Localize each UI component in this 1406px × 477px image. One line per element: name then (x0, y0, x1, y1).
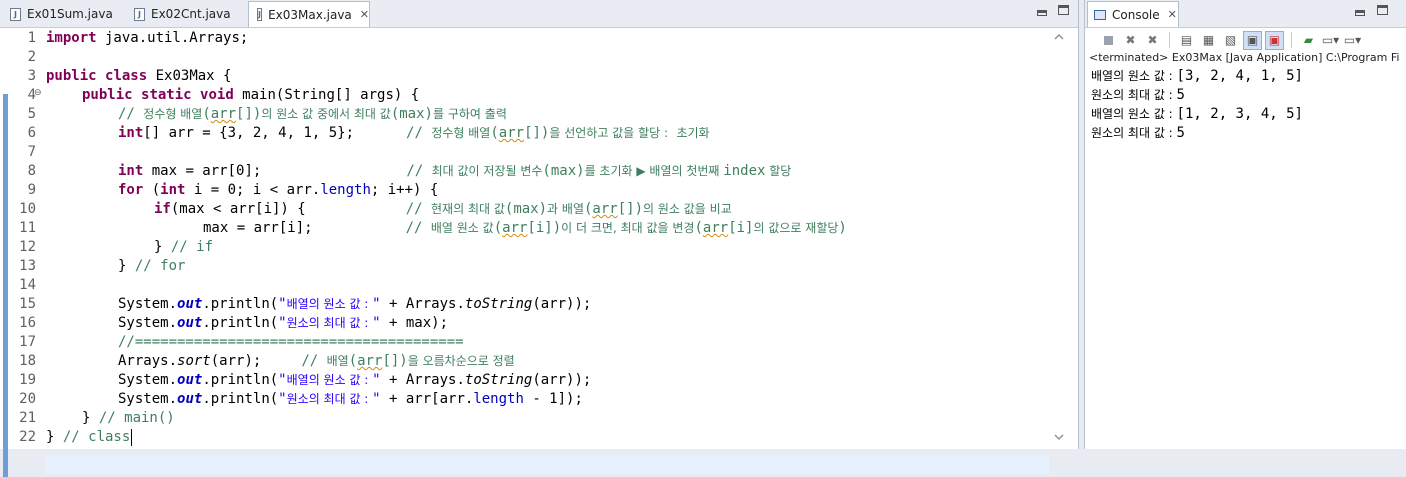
tab-label: Ex01Sum.java (27, 7, 113, 21)
tab-label: Ex02Cnt.java (151, 7, 231, 21)
maximize-icon[interactable] (1058, 5, 1069, 15)
code-line[interactable]: public static void main(String[] args) { (82, 86, 419, 105)
code-line[interactable]: for (int i = 0; i < arr.length; i++) { (118, 181, 438, 200)
code-line[interactable]: int max = arr[0];// 최대 값이 저장될 변수(max)를 초… (118, 162, 791, 181)
remove-launch-icon[interactable]: ✖ (1121, 31, 1140, 50)
console-toolbar: ✖ ✖ ▤ ▦ ▧ ▣ ▣ ▰ ▭▾ ▭▾ (1085, 28, 1406, 52)
line-number: 20 (19, 391, 36, 407)
tab-ex03max[interactable]: J Ex03Max.java ✕ (248, 1, 370, 27)
code-line[interactable]: } // main() (82, 409, 175, 428)
line-number: 5 (27, 106, 36, 122)
word-wrap-icon[interactable]: ▧ (1221, 31, 1240, 50)
line-number: 12 (19, 239, 36, 255)
code-line[interactable]: System.out.println("배열의 원소 값 : " + Array… (118, 371, 591, 390)
toolbar-separator (1169, 32, 1170, 48)
line-number: 13 (19, 258, 36, 274)
code-line[interactable]: int[] arr = {3, 2, 4, 1, 5};// 정수형 배열(ar… (118, 124, 710, 143)
show-on-stderr-icon[interactable]: ▣ (1265, 30, 1284, 50)
text-cursor (131, 429, 132, 446)
scroll-down-icon[interactable] (1050, 430, 1068, 444)
code-line[interactable]: //======================================… (118, 333, 464, 352)
line-number: 7 (27, 144, 36, 160)
line-number: 10 (19, 201, 36, 217)
line-number: 16 (19, 315, 36, 331)
tab-ex01sum[interactable]: J Ex01Sum.java (2, 2, 120, 26)
code-line[interactable]: // 정수형 배열(arr[])의 원소 값 중에서 최대 값(max)를 구하… (118, 105, 507, 124)
console-status: <terminated> Ex03Max [Java Application] … (1089, 51, 1400, 64)
current-line-highlight (46, 455, 1049, 474)
minimize-icon[interactable] (1037, 10, 1047, 16)
display-console-icon[interactable]: ▭▾ (1321, 31, 1340, 50)
show-on-stdout-icon[interactable]: ▣ (1243, 30, 1262, 50)
code-line[interactable]: } // class (46, 428, 130, 447)
line-number: 18 (19, 353, 36, 369)
code-line[interactable]: System.out.println("배열의 원소 값 : " + Array… (118, 295, 591, 314)
toolbar-separator (1291, 32, 1292, 48)
line-number: 3 (27, 68, 36, 84)
console-view[interactable]: Console ✕ ✖ ✖ ▤ ▦ ▧ ▣ ▣ ▰ ▭▾ ▭▾ <termina… (1084, 0, 1406, 449)
code-line[interactable]: public class Ex03Max { (46, 67, 231, 86)
line-number: 21 (19, 410, 36, 426)
line-number: 11 (19, 220, 36, 236)
code-line[interactable]: Arrays.sort(arr);// 배열(arr[])을 오름차순으로 정렬 (118, 352, 515, 371)
code-line[interactable]: } // if (154, 238, 213, 257)
code-editor[interactable]: J Ex01Sum.java J Ex02Cnt.java J Ex03Max.… (0, 0, 1079, 477)
line-number: 19 (19, 372, 36, 388)
tab-console[interactable]: Console ✕ (1087, 1, 1179, 27)
clear-console-icon[interactable]: ▤ (1177, 31, 1196, 50)
console-output-line: 배열의 원소 값 : [3, 2, 4, 1, 5] (1091, 68, 1303, 84)
tab-label: Ex03Max.java (268, 7, 352, 22)
code-line[interactable]: import java.util.Arrays; (46, 29, 248, 48)
line-number: 9 (27, 182, 36, 198)
maximize-icon[interactable] (1377, 5, 1388, 15)
line-number: 14 (19, 277, 36, 293)
remove-all-icon[interactable]: ✖ (1143, 31, 1162, 50)
editor-tab-bar: J Ex01Sum.java J Ex02Cnt.java J Ex03Max.… (0, 0, 1078, 28)
java-file-icon: J (257, 8, 263, 21)
console-output-line: 배열의 원소 값 : [1, 2, 3, 4, 5] (1091, 106, 1303, 122)
line-number: 4 (27, 87, 36, 103)
console-output-line: 원소의 최대 값 : 5 (1091, 87, 1185, 103)
code-line[interactable]: System.out.println("원소의 최대 값 : " + max); (118, 314, 448, 333)
java-file-icon: J (134, 7, 145, 21)
line-number-gutter: 1 2 3 4 5 6 7 8 9 10 11 12 13 14 15 16 17 18 19 20 21 22 ⊖ (0, 28, 44, 477)
open-console-icon[interactable]: ▭▾ (1343, 31, 1362, 50)
line-number: 2 (27, 49, 36, 65)
tab-ex02cnt[interactable]: J Ex02Cnt.java (126, 2, 244, 26)
line-number: 1 (27, 30, 36, 46)
scroll-lock-icon[interactable]: ▦ (1199, 31, 1218, 50)
close-tab-icon[interactable]: ✕ (360, 8, 369, 21)
close-tab-icon[interactable]: ✕ (1168, 8, 1177, 21)
line-number: 22 (19, 429, 36, 445)
java-file-icon: J (10, 7, 21, 21)
code-line[interactable]: System.out.println("원소의 최대 값 : " + arr[a… (118, 390, 583, 409)
vertical-scrollbar[interactable] (1050, 28, 1068, 449)
minimize-icon[interactable] (1355, 10, 1365, 16)
console-tab-bar: Console ✕ (1085, 0, 1406, 28)
line-number: 17 (19, 334, 36, 350)
line-number: 15 (19, 296, 36, 312)
scroll-up-icon[interactable] (1050, 30, 1068, 44)
line-number: 6 (27, 125, 36, 141)
code-line[interactable]: } // for (118, 257, 185, 276)
console-tab-label: Console (1112, 7, 1160, 22)
fold-collapse-icon[interactable]: ⊖ (34, 88, 42, 98)
code-area[interactable]: import java.util.Arrays; public class Ex… (46, 28, 1049, 474)
line-number: 8 (27, 163, 36, 179)
code-line[interactable]: max = arr[i];// 배열 원소 값(arr[i])이 더 크면, 최… (203, 219, 847, 238)
console-output-line: 원소의 최대 값 : 5 (1091, 125, 1185, 141)
stop-icon[interactable] (1099, 31, 1118, 50)
code-line[interactable]: if(max < arr[i]) {// 현재의 최대 값(max)과 배열(a… (154, 200, 732, 219)
pin-console-icon[interactable]: ▰ (1299, 31, 1318, 50)
console-icon (1094, 9, 1106, 20)
